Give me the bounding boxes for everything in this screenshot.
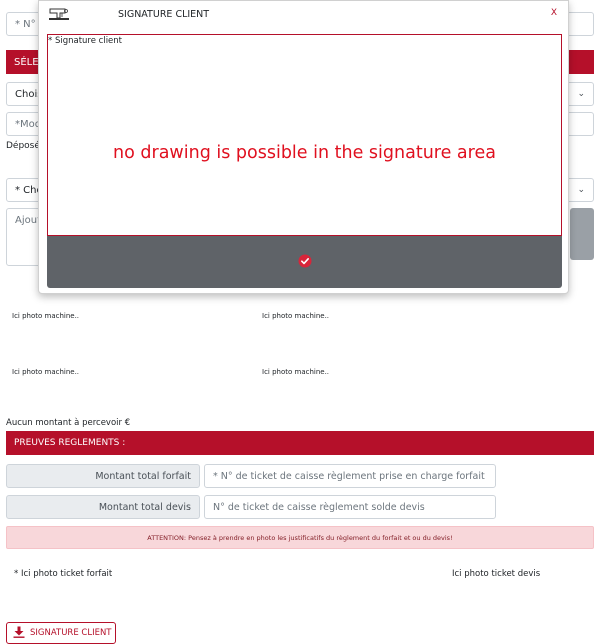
devis-ticket-placeholder: N° de ticket de caisse règlement solde d…	[213, 501, 425, 513]
photo-machine-label-1: Ici photo machine..	[12, 312, 80, 320]
validate-signature-button[interactable]	[47, 236, 562, 288]
proofs-section-label: PREUVES REGLEMENTS :	[14, 438, 126, 448]
download-icon	[13, 626, 25, 641]
signature-canvas[interactable]: * Signature client no drawing is possibl…	[47, 34, 562, 236]
chevron-down-icon: ⌄	[577, 89, 585, 99]
devis-ticket-input[interactable]: N° de ticket de caisse règlement solde d…	[204, 495, 496, 519]
attention-alert: ATTENTION: Pensez à prendre en photo les…	[6, 526, 594, 549]
modal-header: SIGNATURE CLIENT X	[39, 1, 568, 31]
signature-modal: SIGNATURE CLIENT X * Signature client no…	[38, 0, 569, 294]
photo-ticket-forfait-label: * Ici photo ticket forfait	[14, 569, 113, 579]
close-icon[interactable]: X	[548, 6, 560, 20]
forfait-ticket-input[interactable]: * N° de ticket de caisse règlement prise…	[204, 464, 496, 488]
signature-field-label: * Signature client	[48, 36, 123, 46]
signature-client-button-label: SIGNATURE CLIENT	[30, 628, 112, 638]
textarea-side-button[interactable]	[570, 208, 594, 260]
devis-total-label: Montant total devis	[6, 495, 200, 519]
sewing-machine-icon	[47, 5, 71, 23]
photo-machine-label-4: Ici photo machine..	[262, 368, 330, 376]
forfait-ticket-placeholder: * N° de ticket de caisse règlement prise…	[213, 470, 485, 482]
depose-label: Déposé	[6, 141, 40, 151]
check-circle-icon	[298, 254, 312, 271]
chevron-down-icon: ⌄	[577, 185, 585, 195]
photo-machine-label-3: Ici photo machine..	[12, 368, 80, 376]
proofs-section-bar: PREUVES REGLEMENTS :	[6, 431, 594, 455]
attention-text: ATTENTION: Pensez à prendre en photo les…	[147, 533, 453, 542]
photo-machine-label-2: Ici photo machine..	[262, 312, 330, 320]
forfait-total-label: Montant total forfait	[6, 464, 200, 488]
modal-title: SIGNATURE CLIENT	[118, 9, 210, 20]
signature-client-button[interactable]: SIGNATURE CLIENT	[6, 622, 116, 644]
signature-overlay-message: no drawing is possible in the signature …	[113, 143, 496, 163]
photo-ticket-devis-label: Ici photo ticket devis	[452, 569, 541, 579]
no-amount-text: Aucun montant à percevoir €	[6, 418, 131, 428]
